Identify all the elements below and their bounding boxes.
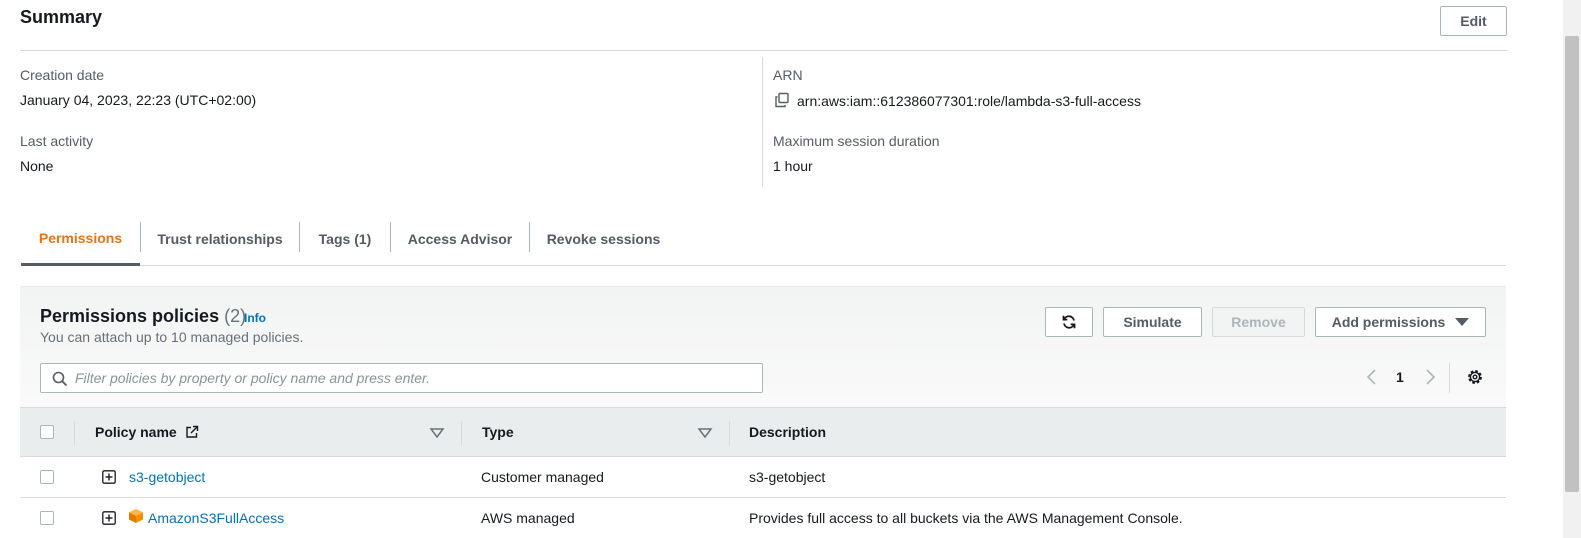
column-separator bbox=[74, 421, 75, 445]
table-header: Policy name Type Description bbox=[20, 407, 1506, 457]
column-header-type[interactable]: Type bbox=[482, 424, 514, 440]
table-row[interactable]: AmazonS3FullAccess AWS managed Provides … bbox=[20, 498, 1506, 538]
policy-description: Provides full access to all buckets via … bbox=[749, 510, 1183, 526]
tab-revoke-sessions[interactable]: Revoke sessions bbox=[530, 212, 677, 266]
column-separator bbox=[461, 421, 462, 445]
panel-title-text: Permissions policies bbox=[40, 306, 220, 326]
page-number[interactable]: 1 bbox=[1396, 369, 1404, 385]
arn-value: arn:aws:iam::612386077301:role/lambda-s3… bbox=[797, 93, 1141, 109]
caret-down-icon bbox=[1455, 318, 1470, 326]
search-box[interactable] bbox=[40, 363, 763, 393]
search-input[interactable] bbox=[75, 364, 755, 392]
tab-access-advisor[interactable]: Access Advisor bbox=[391, 212, 529, 266]
external-link-icon bbox=[185, 425, 198, 438]
summary-divider bbox=[762, 57, 763, 187]
edit-button[interactable]: Edit bbox=[1440, 6, 1507, 36]
sort-down-icon[interactable] bbox=[697, 427, 713, 439]
column-header-policy-name-label: Policy name bbox=[95, 424, 177, 440]
info-link[interactable]: Info bbox=[244, 311, 266, 325]
simulate-button[interactable]: Simulate bbox=[1103, 307, 1202, 337]
policy-name-link[interactable]: s3-getobject bbox=[129, 469, 205, 485]
role-tabs: Permissions Trust relationships Tags (1)… bbox=[21, 212, 1506, 266]
max-session-value: 1 hour bbox=[773, 158, 813, 174]
creation-date-label: Creation date bbox=[20, 67, 105, 83]
column-header-description: Description bbox=[749, 424, 827, 440]
panel-title: Permissions policies (2) bbox=[40, 306, 246, 327]
pager-separator bbox=[1449, 363, 1450, 393]
last-activity-label: Last activity bbox=[20, 133, 94, 149]
tab-tags[interactable]: Tags (1) bbox=[300, 212, 390, 266]
select-all-checkbox[interactable] bbox=[40, 425, 54, 439]
row-checkbox[interactable] bbox=[40, 470, 54, 484]
policy-name-link[interactable]: AmazonS3FullAccess bbox=[148, 510, 284, 526]
row-checkbox[interactable] bbox=[40, 511, 54, 525]
aws-managed-cube-icon bbox=[129, 509, 143, 523]
expand-plus-icon[interactable] bbox=[102, 470, 116, 484]
add-permissions-label: Add permissions bbox=[1331, 314, 1446, 330]
column-separator bbox=[729, 421, 730, 445]
max-session-label: Maximum session duration bbox=[773, 133, 940, 149]
panel-subtitle: You can attach up to 10 managed policies… bbox=[40, 329, 304, 345]
last-activity-value: None bbox=[20, 158, 54, 174]
summary-header: Summary Edit bbox=[20, 6, 1507, 51]
policy-count: (2) bbox=[224, 306, 247, 326]
chevron-right-icon[interactable] bbox=[1422, 368, 1438, 386]
expand-plus-icon[interactable] bbox=[102, 511, 116, 525]
search-icon bbox=[52, 371, 68, 387]
arn-label: ARN bbox=[773, 67, 803, 83]
remove-button[interactable]: Remove bbox=[1212, 307, 1305, 337]
refresh-icon bbox=[1062, 315, 1076, 329]
chevron-left-icon[interactable] bbox=[1364, 368, 1380, 386]
policy-description: s3-getobject bbox=[749, 469, 826, 485]
refresh-button[interactable] bbox=[1045, 307, 1093, 337]
policy-type: Customer managed bbox=[481, 469, 604, 485]
add-permissions-button[interactable]: Add permissions bbox=[1315, 307, 1486, 337]
gear-icon[interactable] bbox=[1466, 368, 1484, 386]
permissions-panel: Permissions policies (2) Info You can at… bbox=[20, 286, 1506, 538]
policy-type: AWS managed bbox=[481, 510, 575, 526]
scrollbar-track[interactable] bbox=[1563, 0, 1581, 538]
summary-title: Summary bbox=[20, 7, 103, 27]
tab-trust-relationships[interactable]: Trust relationships bbox=[141, 212, 299, 266]
copy-icon[interactable] bbox=[774, 92, 790, 108]
sort-down-icon[interactable] bbox=[429, 427, 445, 439]
creation-date-value: January 04, 2023, 22:23 (UTC+02:00) bbox=[20, 92, 257, 108]
tab-permissions[interactable]: Permissions bbox=[21, 212, 140, 266]
table-row[interactable]: s3-getobject Customer managed s3-getobje… bbox=[20, 457, 1506, 498]
scrollbar-thumb[interactable] bbox=[1565, 36, 1579, 492]
column-header-policy-name[interactable]: Policy name bbox=[95, 424, 199, 440]
